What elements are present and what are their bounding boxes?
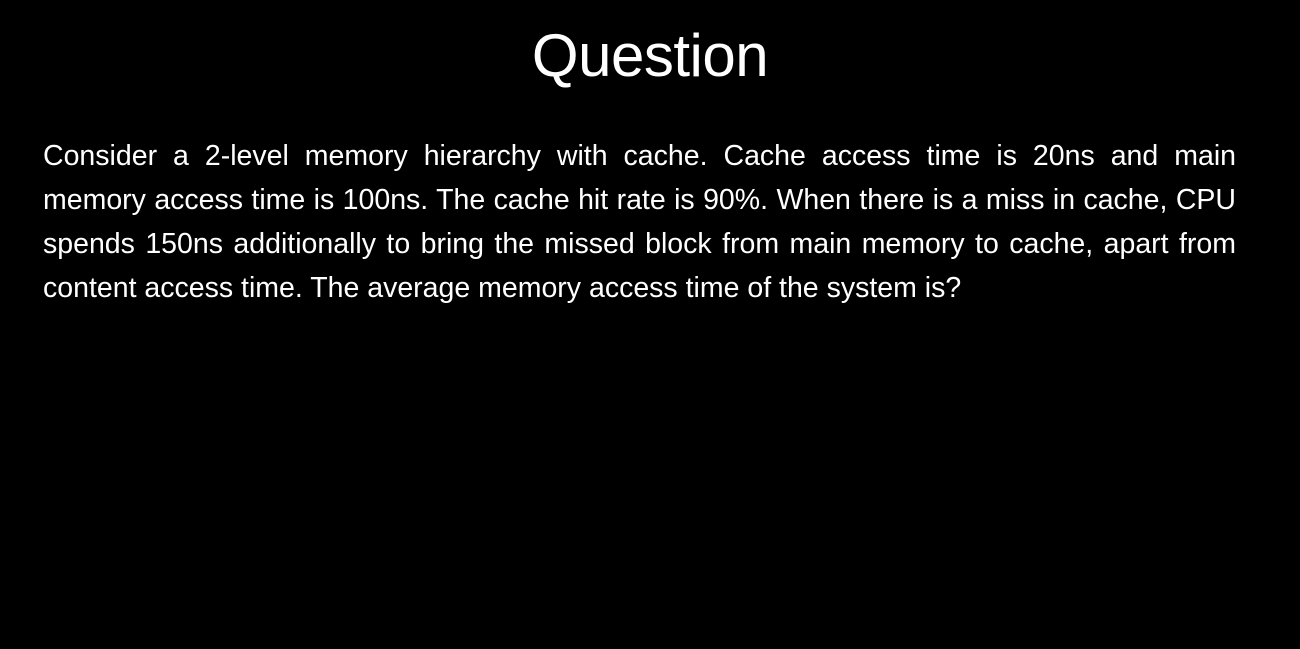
slide: Question Consider a 2-level memory hiera… [0, 0, 1300, 649]
question-text: Consider a 2-level memory hierarchy with… [43, 140, 1236, 304]
slide-title: Question [531, 22, 769, 89]
